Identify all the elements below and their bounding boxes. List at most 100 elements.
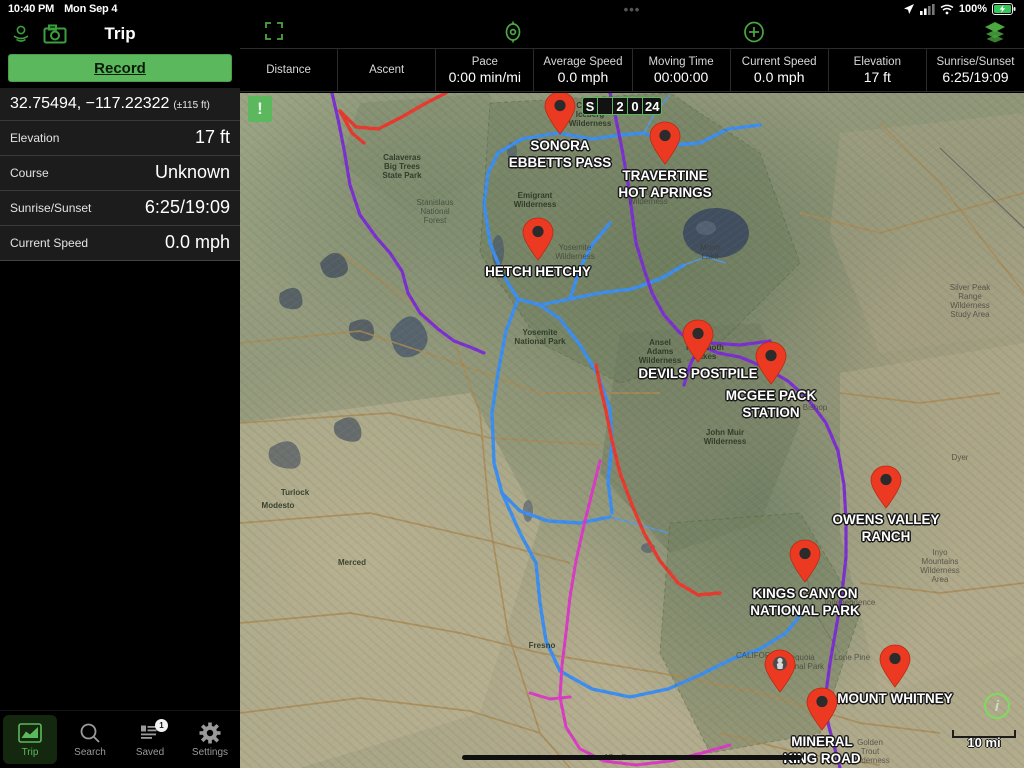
odometer-cell-0: S: [583, 98, 598, 114]
tab-label: Settings: [191, 747, 229, 758]
metric-ascent: Ascent: [338, 49, 437, 91]
metric-label: Ascent: [369, 64, 405, 76]
map-marker-label: HETCH HETCHY: [485, 264, 591, 279]
saved-badge: 1: [155, 719, 168, 732]
map-canvas[interactable]: Carson Iceberg WildernessCalaveras Big T…: [240, 93, 1024, 768]
scale-label: 10 mi: [967, 735, 1001, 750]
metric-value: 0:00 min/mi: [448, 68, 521, 85]
metric-label: Distance: [266, 64, 311, 76]
status-date: Mon Sep 4: [64, 3, 118, 15]
metric-value: 6:25/19:09: [942, 68, 1009, 85]
locate-compass-icon[interactable]: [503, 21, 523, 48]
map-marker-pin[interactable]: [869, 465, 903, 509]
status-bar-right: ••• 100%: [240, 0, 1024, 18]
metric-moving-time: Moving Time 00:00:00: [633, 49, 731, 91]
map-marker-pin[interactable]: [878, 644, 912, 688]
metric-pace: Pace 0:00 min/mi: [436, 49, 535, 91]
map-marker-label: DEVILS POSTPILE: [638, 366, 758, 381]
record-button[interactable]: Record: [8, 54, 232, 82]
metric-current-speed: Current Speed 0.0 mph: [731, 49, 829, 91]
stat-value: 17 ft: [194, 127, 230, 147]
search-icon: [79, 721, 101, 745]
coordinates-accuracy: (±115 ft): [173, 100, 210, 111]
odometer-cell-2: 2: [613, 98, 628, 114]
metric-label: Average Speed: [543, 55, 623, 68]
map-marker-pin[interactable]: [763, 649, 797, 693]
metric-label: Pace: [471, 55, 498, 68]
odometer-cell-1: [598, 98, 613, 114]
chart-trip-icon: [18, 721, 42, 745]
stat-value: Unknown: [154, 162, 230, 182]
home-indicator: [462, 755, 802, 760]
odometer-cell-4: 24: [645, 98, 660, 114]
metric-value: 17 ft: [863, 68, 891, 85]
map-marker-pin[interactable]: [754, 341, 788, 385]
metric-label: Current Speed: [741, 55, 817, 68]
stat-row-current-speed: Current Speed 0.0 mph: [0, 226, 240, 261]
ios-status-bar: 10:40 PM Mon Sep 4: [0, 0, 240, 18]
panel-empty-space: [0, 261, 240, 711]
tab-search[interactable]: Search: [63, 715, 117, 764]
metric-distance: Distance: [240, 49, 339, 91]
metric-label: Moving Time: [648, 55, 714, 68]
stat-label: Elevation: [10, 130, 60, 145]
map-toolbar: [240, 18, 1024, 48]
map-marker-pin[interactable]: [681, 319, 715, 363]
stat-label: Sunrise/Sunset: [10, 200, 92, 215]
map-area: ••• 100% Distance Ascent Pace 0:00 min/m…: [240, 0, 1024, 768]
cellular-bars-icon: [919, 3, 935, 15]
battery-charging-icon: [992, 3, 1016, 15]
coordinates-value: 32.75494, −117.22322: [10, 95, 170, 112]
metric-elevation: Elevation 17 ft: [829, 49, 927, 91]
metric-label: Elevation: [853, 55, 901, 68]
bottom-tab-bar: Trip Search 1 Saved Settings: [0, 710, 240, 768]
location-arrow-icon: [903, 4, 914, 14]
gear-icon: [199, 721, 221, 745]
tab-settings[interactable]: Settings: [183, 715, 237, 764]
map-marker-pin[interactable]: [543, 93, 577, 135]
trip-metrics-bar: Distance Ascent Pace 0:00 min/mi Average…: [240, 48, 1024, 92]
map-marker-label: MCGEE PACK STATION: [725, 388, 817, 420]
camera-icon[interactable]: [42, 23, 68, 45]
stat-value: 0.0 mph: [164, 232, 230, 252]
map-marker-label: KINGS CANYON NATIONAL PARK: [750, 586, 860, 618]
metric-average-speed: Average Speed 0.0 mph: [534, 49, 633, 91]
metric-label: Sunrise/Sunset: [936, 55, 1015, 68]
info-button[interactable]: i: [984, 693, 1010, 719]
metric-value: 0.0 mph: [753, 68, 805, 85]
status-time: 10:40 PM: [8, 3, 55, 15]
stat-row-elevation: Elevation 17 ft: [0, 121, 240, 156]
metric-value: 00:00:00: [653, 68, 709, 85]
trip-stats-list: 32.75494, −117.22322 (±115 ft) Elevation…: [0, 88, 240, 261]
map-layers-icon[interactable]: [984, 21, 1006, 48]
odometer-cell-3: 0: [628, 98, 643, 114]
expand-fullscreen-icon[interactable]: [264, 21, 284, 46]
coordinates-row: 32.75494, −117.22322 (±115 ft): [0, 88, 240, 121]
metric-value: 0.0 mph: [557, 68, 609, 85]
stat-value: 6:25/19:09: [144, 197, 230, 217]
alert-warning-button[interactable]: !: [248, 96, 272, 122]
map-scale-bar: 10 mi: [952, 730, 1016, 750]
metric-sunrise-sunset: Sunrise/Sunset 6:25/19:09: [927, 49, 1024, 91]
stat-label: Current Speed: [10, 235, 89, 250]
tab-saved[interactable]: 1 Saved: [123, 715, 177, 764]
stat-label: Course: [10, 165, 49, 180]
broadcast-icon[interactable]: [8, 23, 34, 45]
panel-header: Trip: [0, 18, 240, 50]
map-marker-pin[interactable]: [648, 121, 682, 165]
map-marker-pin[interactable]: [788, 539, 822, 583]
plus-circle-icon[interactable]: [743, 21, 765, 48]
map-marker-label: MOUNT WHITNEY: [837, 691, 953, 706]
battery-percent: 100%: [958, 3, 987, 15]
tab-label: Saved: [135, 747, 165, 758]
map-marker-pin[interactable]: [805, 687, 839, 731]
page-title: Trip: [104, 24, 136, 43]
tablet-screen: 10:40 PM Mon Sep 4 Trip Record 32.75494,…: [0, 0, 1024, 768]
map-marker-pin[interactable]: [521, 217, 555, 261]
tab-label: Trip: [21, 747, 39, 758]
tab-trip[interactable]: Trip: [3, 715, 57, 764]
stat-row-course: Course Unknown: [0, 156, 240, 191]
left-panel: 10:40 PM Mon Sep 4 Trip Record 32.75494,…: [0, 0, 240, 768]
odometer-widget[interactable]: S 2 0 24: [582, 97, 663, 115]
map-marker-label: OWENS VALLEY RANCH: [832, 512, 940, 544]
